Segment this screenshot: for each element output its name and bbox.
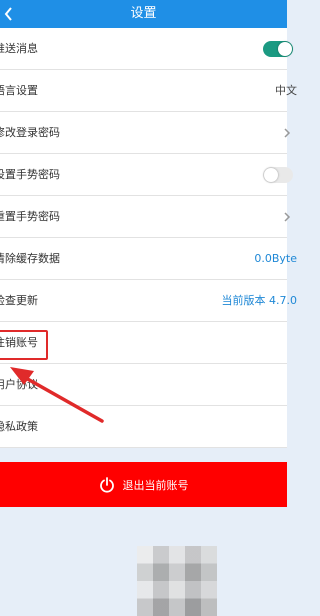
- toggle-knob: [278, 42, 292, 56]
- row-label: 重置手势密码: [0, 210, 60, 223]
- row-label: 清除缓存数据: [0, 252, 60, 265]
- row-change-login-password[interactable]: 修改登录密码: [0, 112, 291, 154]
- header-bar: 设置: [0, 0, 287, 28]
- row-reset-gesture-password[interactable]: 重置手势密码: [0, 196, 291, 238]
- annotation-arrow: [10, 367, 104, 423]
- row-label: 推送消息: [0, 42, 38, 55]
- row-label: 检查更新: [0, 294, 38, 307]
- language-value: 中文: [275, 84, 297, 97]
- pixelated-image: [137, 546, 217, 616]
- chevron-right-icon: [284, 128, 291, 138]
- row-clear-cache[interactable]: 清除缓存数据 0.0Byte: [0, 238, 297, 280]
- page-title: 设置: [130, 6, 157, 21]
- row-set-gesture-password[interactable]: 设置手势密码: [0, 154, 293, 196]
- cache-size-value: 0.0Byte: [254, 252, 297, 265]
- logout-label: 退出当前账号: [122, 478, 189, 492]
- row-label: 设置手势密码: [0, 168, 60, 181]
- gesture-password-toggle[interactable]: [263, 167, 293, 183]
- chevron-right-icon: [284, 212, 291, 222]
- row-push-notifications[interactable]: 推送消息: [0, 28, 293, 70]
- version-value: 当前版本 4.7.0: [221, 294, 298, 307]
- push-notifications-toggle[interactable]: [263, 41, 293, 57]
- row-label: 语言设置: [0, 84, 38, 97]
- row-label: 修改登录密码: [0, 126, 60, 139]
- toggle-knob: [264, 168, 278, 182]
- power-icon: [99, 476, 114, 493]
- logout-button[interactable]: 退出当前账号: [0, 462, 287, 507]
- row-check-update[interactable]: 检查更新 当前版本 4.7.0: [0, 280, 297, 322]
- row-language[interactable]: 语言设置 中文: [0, 70, 297, 112]
